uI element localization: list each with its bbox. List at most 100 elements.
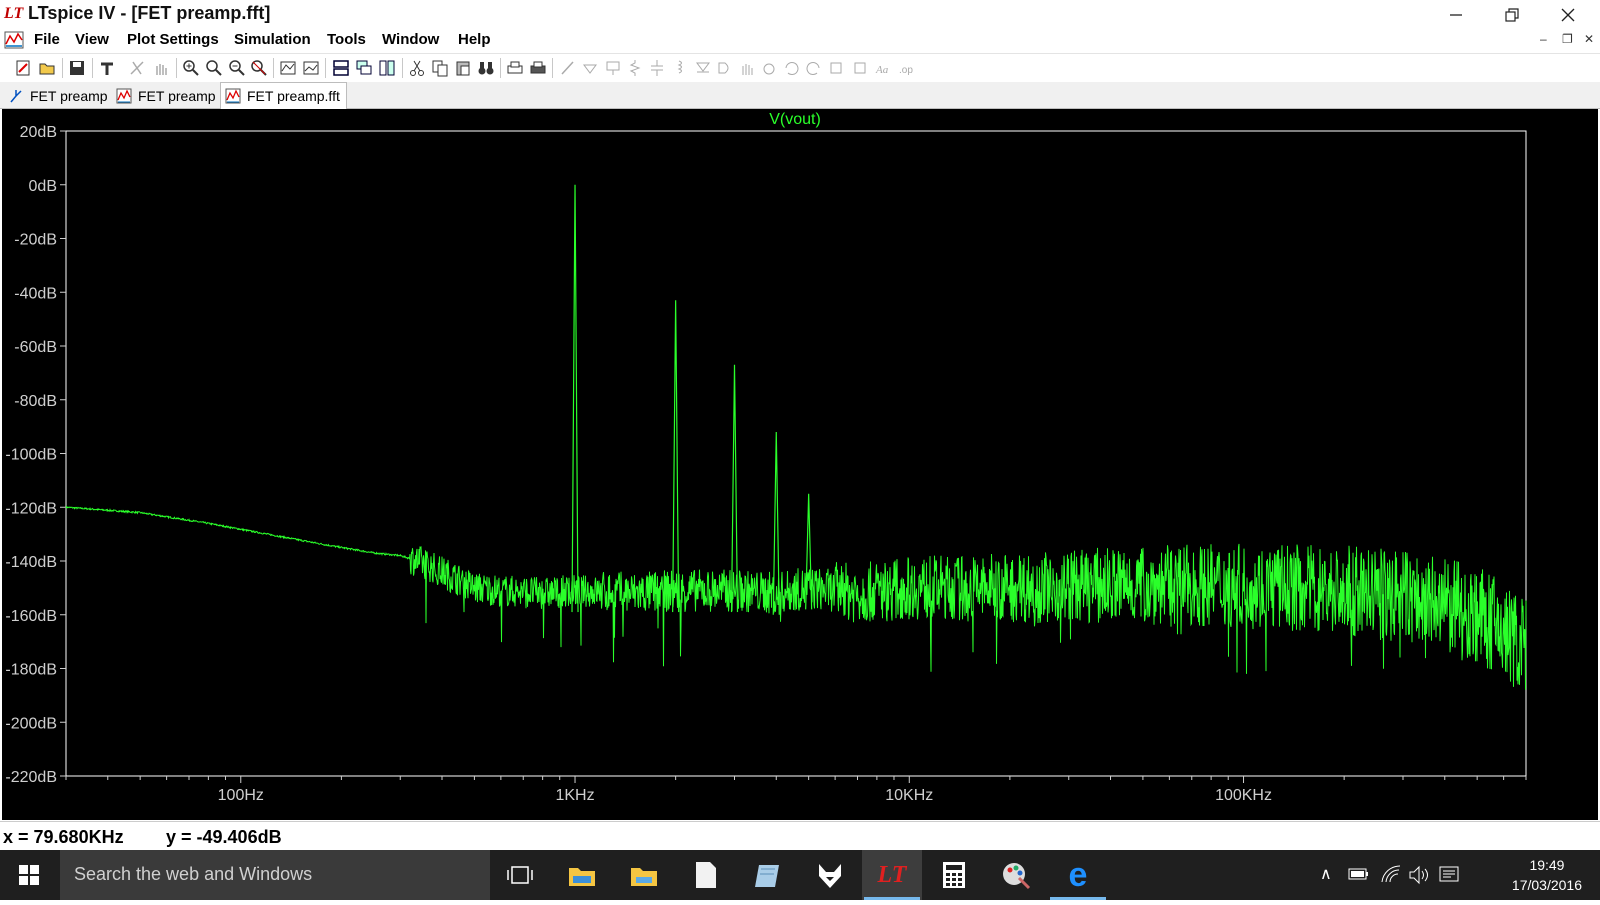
tab-label: FET preamp — [30, 88, 108, 104]
taskbar-calculator[interactable] — [924, 850, 984, 900]
document-icon — [696, 862, 716, 888]
folder-icon — [631, 868, 657, 886]
waveform-icon — [225, 88, 241, 104]
title-bar: LT LTspice IV - [FET preamp.fft] — [0, 0, 1600, 30]
menu-file[interactable]: File — [34, 31, 60, 48]
menu-bar: File View Plot Settings Simulation Tools… — [0, 28, 1600, 52]
y-tick-label: -220dB — [5, 769, 57, 786]
restore-button[interactable] — [1484, 0, 1540, 30]
save-icon[interactable] — [68, 59, 86, 77]
copy-icon[interactable] — [431, 59, 449, 77]
svg-text:.op: .op — [899, 65, 913, 76]
cascade-icon[interactable] — [355, 59, 373, 77]
edge-browser-icon: e — [1068, 856, 1088, 894]
resistor-icon — [629, 60, 641, 76]
tab-label: FET preamp — [138, 88, 216, 104]
new-schematic-icon[interactable] — [14, 59, 32, 77]
plot-frame — [65, 130, 1527, 777]
battery-icon[interactable] — [1348, 867, 1370, 881]
minimize-button[interactable] — [1428, 0, 1484, 30]
windows-logo-icon — [19, 865, 39, 885]
spice-directive-icon: .op — [899, 65, 913, 76]
taskbar-folder[interactable] — [614, 850, 674, 900]
clock-time: 19:49 — [1529, 857, 1565, 873]
zoom-out-icon[interactable] — [228, 59, 246, 77]
autorange-icon[interactable] — [279, 59, 297, 77]
trace-vout[interactable] — [65, 505, 1527, 690]
menu-simulation[interactable]: Simulation — [234, 31, 311, 48]
capacitor-icon — [651, 60, 663, 76]
tab-fet-preamp-schematic[interactable]: FET preamp — [4, 84, 114, 108]
start-button[interactable] — [0, 850, 58, 900]
mdi-close-icon[interactable]: ✕ — [1584, 32, 1594, 46]
open-folder-icon[interactable] — [38, 59, 56, 77]
menu-tools[interactable]: Tools — [327, 31, 366, 48]
label-net-icon — [606, 61, 620, 75]
y-tick-label: -180dB — [5, 662, 57, 679]
x-axis: 100Hz 1KHz 10KHz 100KHz — [65, 776, 1527, 804]
tile-vertical-icon[interactable] — [378, 59, 396, 77]
find-binoculars-icon[interactable] — [477, 59, 495, 77]
clock[interactable]: 19:49 17/03/2016 — [1512, 855, 1582, 895]
task-view-icon — [507, 866, 533, 884]
tab-fet-preamp-fft[interactable]: FET preamp.fft — [220, 82, 347, 109]
menu-view[interactable]: View — [75, 31, 109, 48]
y-tick-label: -200dB — [5, 715, 57, 732]
trace-name-label[interactable]: V(vout) — [769, 111, 821, 128]
ltspice-logo-icon: LT — [4, 5, 24, 22]
y-tick-label: -160dB — [5, 608, 57, 625]
notifications-icon[interactable] — [1438, 865, 1460, 885]
menu-window[interactable]: Window — [382, 31, 439, 48]
clock-date: 17/03/2016 — [1511, 877, 1582, 893]
taskbar-paint-app[interactable] — [986, 850, 1046, 900]
waveform-icon — [116, 88, 132, 104]
trace-layer — [65, 184, 1527, 690]
move-hand-icon — [742, 64, 753, 75]
plot-settings-icon[interactable] — [302, 59, 320, 77]
taskbar-notes[interactable] — [738, 850, 798, 900]
menu-plot-settings[interactable]: Plot Settings — [127, 31, 219, 48]
y-axis: 20dB 0dB -20dB -40dB -60dB -80dB -100dB -120dB -… — [5, 124, 66, 786]
minimize-icon — [1450, 14, 1462, 16]
tile-horizontal-icon[interactable] — [332, 59, 350, 77]
print-preview-icon[interactable] — [506, 59, 524, 77]
control-panel-icon[interactable] — [98, 59, 116, 77]
x-tick-label: 100Hz — [218, 787, 264, 804]
taskbar-document[interactable] — [676, 850, 736, 900]
x-tick-label: 100KHz — [1215, 787, 1272, 804]
zoom-fit-icon[interactable] — [250, 59, 268, 77]
mdi-minimize-icon[interactable]: – — [1540, 32, 1547, 46]
paint-icon — [1003, 863, 1031, 890]
harmonic-peak — [805, 493, 813, 610]
close-button[interactable] — [1540, 0, 1596, 30]
y-tick-label: -40dB — [14, 285, 57, 302]
show-hidden-icons-icon[interactable]: ∧ — [1320, 864, 1332, 884]
zoom-area-icon[interactable] — [205, 59, 223, 77]
cursor-x-readout: x = 79.680KHz — [3, 827, 124, 847]
taskbar-ltspice[interactable]: LT — [862, 850, 922, 900]
cut-icon[interactable] — [408, 59, 426, 77]
fft-plot[interactable]: V(vout) 20dB 0dB -20dB -40dB -60dB -80dB -100d… — [2, 109, 1598, 820]
volume-icon[interactable] — [1408, 865, 1430, 885]
taskbar-edge[interactable]: e — [1048, 850, 1108, 900]
tab-fet-preamp-waveform[interactable]: FET preamp — [112, 84, 222, 108]
taskbar-explorer[interactable] — [552, 850, 612, 900]
task-view-button[interactable] — [490, 850, 550, 900]
print-icon[interactable] — [529, 59, 547, 77]
y-tick-label: -60dB — [14, 339, 57, 356]
y-tick-label: -140dB — [5, 554, 57, 571]
search-box[interactable]: Search the web and Windows — [60, 850, 490, 900]
run-icon[interactable] — [128, 59, 146, 77]
fox-icon — [819, 864, 841, 888]
pan-hand-icon[interactable] — [152, 59, 170, 77]
draw-wire-icon — [561, 61, 574, 75]
y-tick-label: -80dB — [14, 393, 57, 410]
wifi-icon[interactable] — [1380, 864, 1402, 884]
taskbar-fox-app[interactable] — [800, 850, 860, 900]
mdi-restore-icon[interactable]: ❐ — [1562, 32, 1573, 46]
waveform-document-icon[interactable] — [4, 30, 24, 50]
zoom-in-icon[interactable] — [182, 59, 200, 77]
menu-help[interactable]: Help — [458, 31, 491, 48]
plot-pane[interactable]: V(vout) 20dB 0dB -20dB -40dB -60dB -80dB -100d… — [2, 109, 1598, 820]
paste-icon[interactable] — [454, 59, 472, 77]
